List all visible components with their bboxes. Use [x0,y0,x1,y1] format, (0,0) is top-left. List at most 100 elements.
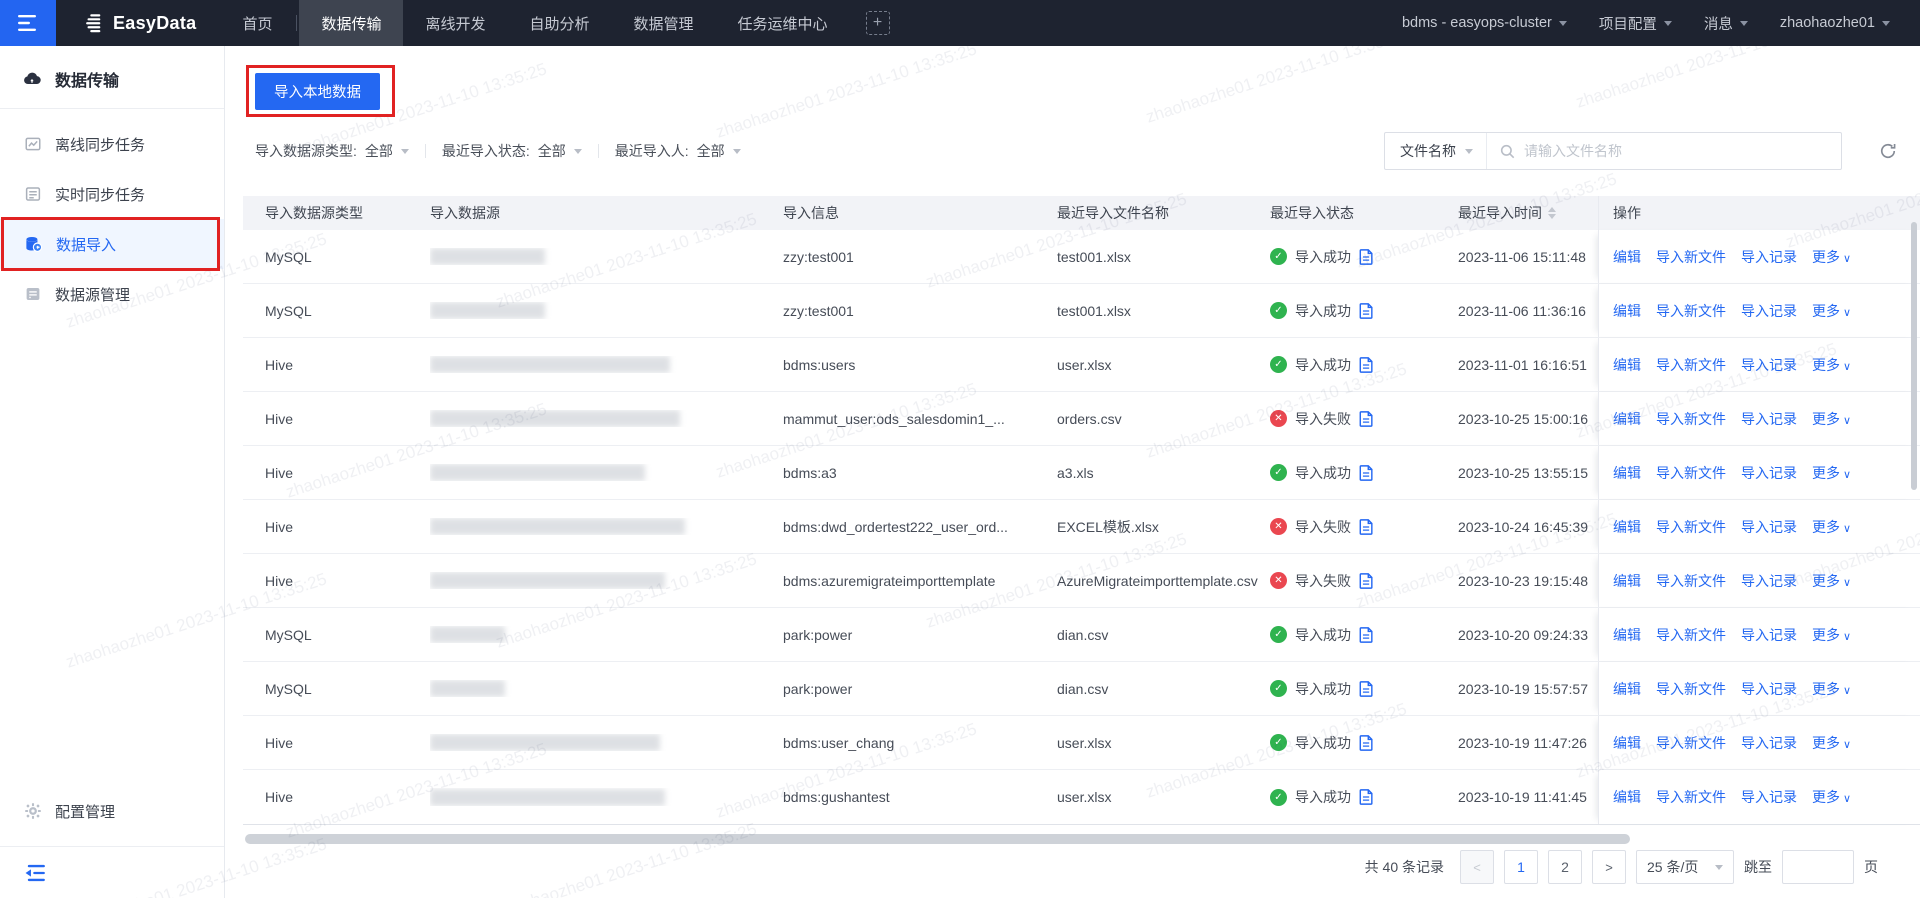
edit-link[interactable]: 编辑 [1613,355,1641,375]
menu-toggle-button[interactable] [0,0,56,46]
edit-link[interactable]: 编辑 [1613,517,1641,537]
import-log-file-icon[interactable] [1359,734,1374,751]
page-size-select[interactable]: 25 条/页 [1636,850,1734,884]
import-records-link[interactable]: 导入记录 [1741,787,1797,807]
cell-time: 2023-11-06 11:36:16 [1458,302,1586,319]
import-log-file-icon[interactable] [1359,626,1374,643]
search-input[interactable] [1524,143,1841,159]
nav-data-transfer[interactable]: 数据传输 [299,0,404,46]
import-log-file-icon[interactable] [1359,248,1374,265]
import-log-file-icon[interactable] [1359,356,1374,373]
import-records-link[interactable]: 导入记录 [1741,517,1797,537]
col-header-actions: 操作 [1598,196,1920,230]
nav-self-analysis[interactable]: 自助分析 [508,0,612,46]
import-new-file-link[interactable]: 导入新文件 [1656,517,1726,537]
col-header-time[interactable]: 最近导入时间 [1458,203,1598,223]
user-menu[interactable]: zhaohaozhe01 [1780,15,1890,31]
chevron-down-icon [1465,148,1473,154]
import-log-file-icon[interactable] [1359,572,1374,589]
import-new-file-link[interactable]: 导入新文件 [1656,625,1726,645]
cell-datasource-type: Hive [265,734,294,751]
add-nav-entry-button[interactable]: + [865,11,890,35]
more-link[interactable]: 更多 [1812,409,1851,429]
prev-page-button[interactable] [1460,850,1494,884]
import-new-file-link[interactable]: 导入新文件 [1656,301,1726,321]
sidebar-item-data-import[interactable]: 数据导入 [0,217,224,271]
sidebar-item-realtime-sync[interactable]: 实时同步任务 [0,169,224,219]
import-records-link[interactable]: 导入记录 [1741,409,1797,429]
nav-task-ops-center[interactable]: 任务运维中心 [716,0,850,46]
more-link[interactable]: 更多 [1812,625,1851,645]
edit-link[interactable]: 编辑 [1613,679,1641,699]
import-records-link[interactable]: 导入记录 [1741,463,1797,483]
nav-home[interactable]: 首页 [220,0,294,46]
messages-menu[interactable]: 消息 [1704,13,1748,34]
cluster-selector[interactable]: bdms - easyops-cluster [1402,15,1567,31]
import-records-link[interactable]: 导入记录 [1741,355,1797,375]
edit-link[interactable]: 编辑 [1613,247,1641,267]
import-log-file-icon[interactable] [1359,302,1374,319]
import-log-file-icon[interactable] [1359,410,1374,427]
edit-link[interactable]: 编辑 [1613,463,1641,483]
filter-import-user[interactable]: 最近导入人: 全部 [615,141,741,161]
project-config-menu[interactable]: 项目配置 [1599,13,1672,34]
import-new-file-link[interactable]: 导入新文件 [1656,409,1726,429]
page-button-2[interactable]: 2 [1548,850,1582,884]
more-link[interactable]: 更多 [1812,355,1851,375]
more-link[interactable]: 更多 [1812,679,1851,699]
more-link[interactable]: 更多 [1812,463,1851,483]
import-records-link[interactable]: 导入记录 [1741,301,1797,321]
cell-time: 2023-10-19 11:41:45 [1458,789,1587,805]
import-new-file-link[interactable]: 导入新文件 [1656,247,1726,267]
more-link[interactable]: 更多 [1812,787,1851,807]
import-local-data-button[interactable]: 导入本地数据 [255,73,380,110]
import-log-file-icon[interactable] [1359,680,1374,697]
import-new-file-link[interactable]: 导入新文件 [1656,571,1726,591]
refresh-button[interactable] [1878,141,1898,161]
realtime-sync-icon [25,187,41,201]
sidebar-item-datasource-management[interactable]: 数据源管理 [0,269,224,319]
jump-page-input[interactable] [1782,850,1854,884]
more-link[interactable]: 更多 [1812,247,1851,267]
search-field-selector[interactable]: 文件名称 [1385,133,1487,169]
sort-icons[interactable] [1548,207,1556,219]
import-new-file-link[interactable]: 导入新文件 [1656,355,1726,375]
more-link[interactable]: 更多 [1812,733,1851,753]
sidebar-item-label: 数据源管理 [55,286,131,304]
import-log-file-icon[interactable] [1359,789,1374,805]
edit-link[interactable]: 编辑 [1613,787,1641,807]
nav-offline-dev[interactable]: 离线开发 [403,0,507,46]
import-records-link[interactable]: 导入记录 [1741,571,1797,591]
import-records-link[interactable]: 导入记录 [1741,679,1797,699]
sidebar-item-config-management[interactable]: 配置管理 [0,786,224,836]
import-records-link[interactable]: 导入记录 [1741,247,1797,267]
next-page-button[interactable] [1592,850,1626,884]
cell-actions: 编辑 导入新文件 导入记录 更多 [1598,662,1920,715]
total-records: 共 40 条记录 [1364,859,1444,875]
import-new-file-link[interactable]: 导入新文件 [1656,787,1726,807]
filter-import-status[interactable]: 最近导入状态: 全部 [442,141,582,161]
horizontal-scrollbar[interactable] [245,834,1630,844]
page-button-1[interactable]: 1 [1504,850,1538,884]
more-link[interactable]: 更多 [1812,517,1851,537]
import-records-link[interactable]: 导入记录 [1741,625,1797,645]
nav-data-management[interactable]: 数据管理 [612,0,716,46]
collapse-sidebar-icon[interactable] [24,864,46,882]
import-records-link[interactable]: 导入记录 [1741,733,1797,753]
edit-link[interactable]: 编辑 [1613,733,1641,753]
edit-link[interactable]: 编辑 [1613,571,1641,591]
edit-link[interactable]: 编辑 [1613,625,1641,645]
import-new-file-link[interactable]: 导入新文件 [1656,463,1726,483]
edit-link[interactable]: 编辑 [1613,301,1641,321]
vertical-scrollbar[interactable] [1911,222,1917,490]
filter-datasource-type[interactable]: 导入数据源类型: 全部 [255,141,409,161]
import-new-file-link[interactable]: 导入新文件 [1656,679,1726,699]
col-header-time-label: 最近导入时间 [1458,205,1542,221]
import-new-file-link[interactable]: 导入新文件 [1656,733,1726,753]
sidebar-item-offline-sync[interactable]: 离线同步任务 [0,119,224,169]
more-link[interactable]: 更多 [1812,301,1851,321]
more-link[interactable]: 更多 [1812,571,1851,591]
edit-link[interactable]: 编辑 [1613,409,1641,429]
import-log-file-icon[interactable] [1359,464,1374,481]
import-log-file-icon[interactable] [1359,518,1374,535]
